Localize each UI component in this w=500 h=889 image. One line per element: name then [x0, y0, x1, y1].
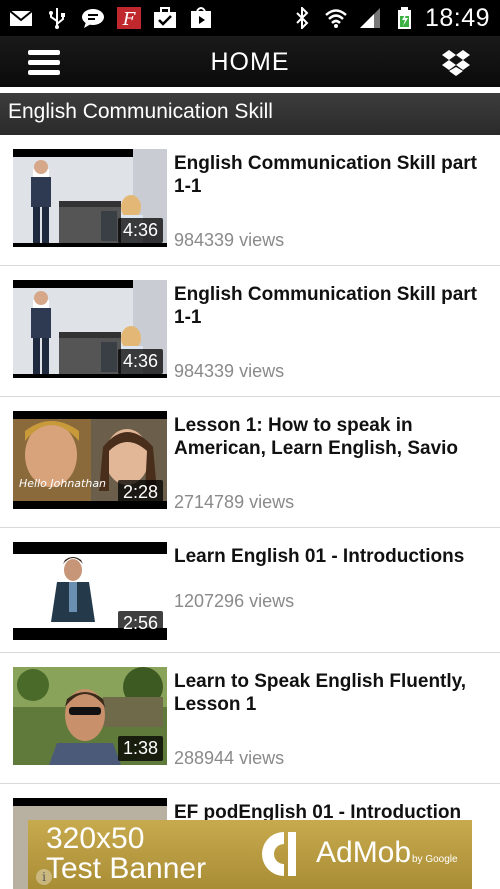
video-duration: 4:36	[117, 218, 163, 243]
briefcase-check-icon	[152, 6, 178, 30]
video-title[interactable]: Learn English 01 - Introductions	[174, 545, 484, 568]
video-list[interactable]: 4:36 English Communication Skill part 1-…	[0, 135, 500, 889]
ad-brand: AdMob	[316, 836, 412, 869]
ad-size-label: 320x50	[46, 822, 145, 855]
svg-text:F: F	[122, 9, 137, 29]
video-list-item[interactable]: 4:36 English Communication Skill part 1-…	[0, 135, 500, 266]
signal-icon	[357, 6, 383, 30]
mail-icon	[8, 6, 34, 30]
video-duration: 2:28	[117, 480, 163, 505]
video-title[interactable]: English Communication Skill part 1-1	[174, 152, 484, 198]
usb-icon	[44, 6, 70, 30]
action-bar: HOME	[0, 36, 500, 90]
wifi-icon	[323, 6, 349, 30]
system-icons: 18:49	[289, 3, 490, 33]
video-title[interactable]: Learn to Speak English Fluently, Lesson …	[174, 670, 484, 716]
ad-test-label: Test Banner	[46, 852, 207, 885]
ad-by-google: by Google	[412, 854, 458, 865]
video-views: 984339 views	[174, 361, 285, 381]
chat-icon	[80, 6, 106, 30]
video-duration: 4:36	[117, 349, 163, 374]
video-list-item[interactable]: 2:56 Learn English 01 - Introductions 12…	[0, 528, 500, 653]
video-views: 2714789 views	[174, 492, 295, 512]
video-thumbnail[interactable]: 1:38	[13, 667, 167, 765]
clock: 18:49	[424, 3, 490, 32]
video-views: 1207296 views	[174, 591, 295, 611]
ad-banner[interactable]: 320x50 Test Banner AdMob by Google i	[28, 820, 472, 889]
play-store-icon	[188, 6, 214, 30]
video-views: 984339 views	[174, 230, 285, 250]
section-header: English Communication Skill	[0, 93, 500, 135]
video-list-item[interactable]: Hello Johnathan 2:28 Lesson 1: How to sp…	[0, 397, 500, 528]
video-list-item[interactable]: 4:36 English Communication Skill part 1-…	[0, 266, 500, 397]
dropbox-icon[interactable]	[442, 48, 470, 76]
video-thumbnail[interactable]: 4:36	[13, 280, 167, 378]
video-duration: 1:38	[117, 736, 163, 761]
page-title: HOME	[210, 48, 290, 76]
status-bar: F 18:49	[0, 0, 500, 36]
notification-icons: F	[8, 4, 214, 32]
info-icon[interactable]: i	[36, 869, 52, 885]
flipboard-icon: F	[116, 6, 142, 30]
bluetooth-icon	[289, 6, 315, 30]
video-title[interactable]: Lesson 1: How to speak in American, Lear…	[174, 414, 484, 460]
battery-icon	[391, 6, 417, 30]
video-views: 288944 views	[174, 748, 285, 768]
video-title[interactable]: English Communication Skill part 1-1	[174, 283, 484, 329]
admob-logo-icon	[250, 826, 306, 882]
video-thumbnail[interactable]: Hello Johnathan 2:28	[13, 411, 167, 509]
video-duration: 2:56	[117, 611, 163, 636]
video-list-item[interactable]: 1:38 Learn to Speak English Fluently, Le…	[0, 653, 500, 784]
video-thumbnail[interactable]: 2:56	[13, 542, 167, 640]
thumbnail-caption: Hello Johnathan	[19, 477, 106, 490]
video-thumbnail[interactable]: 4:36	[13, 149, 167, 247]
